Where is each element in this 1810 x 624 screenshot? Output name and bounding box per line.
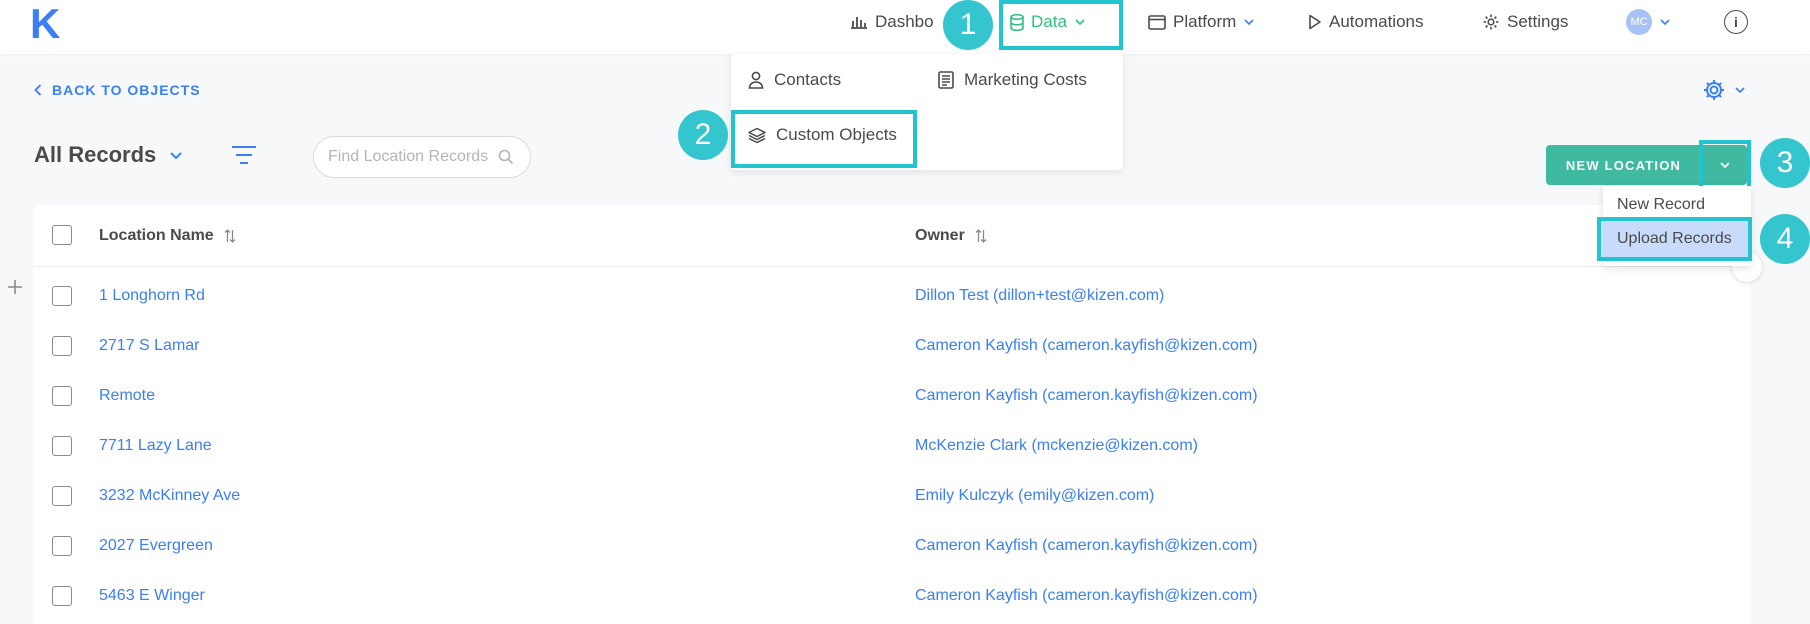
add-row-button[interactable] xyxy=(6,278,24,296)
highlight-custom-objects xyxy=(731,110,917,168)
step-badge-2: 2 xyxy=(678,110,728,160)
upload-records-label: Upload Records xyxy=(1601,221,1748,257)
table-row: 2027 Evergreen Cameron Kayfish (cameron.… xyxy=(34,521,1750,571)
table-row: 1 Longhorn Rd Dillon Test (dillon+test@k… xyxy=(34,271,1750,321)
view-selector-label: All Records xyxy=(34,142,157,167)
new-location-button[interactable]: NEW LOCATION xyxy=(1546,145,1701,185)
row-checkbox[interactable] xyxy=(52,436,72,456)
owner-link[interactable]: Cameron Kayfish (cameron.kayfish@kizen.c… xyxy=(915,371,1258,421)
row-checkbox[interactable] xyxy=(52,386,72,406)
owner-link[interactable]: Emily Kulczyk (emily@kizen.com) xyxy=(915,471,1154,521)
sort-icon[interactable] xyxy=(224,228,236,244)
chevron-left-icon xyxy=(34,84,42,96)
nav-dashboards-label: Dashbo xyxy=(875,12,934,31)
chevron-down-icon xyxy=(1659,16,1671,28)
back-label: BACK TO OBJECTS xyxy=(52,82,201,98)
play-icon xyxy=(1308,14,1322,30)
column-header-location-name[interactable]: Location Name xyxy=(99,205,236,267)
menu-item-new-record[interactable]: New Record xyxy=(1617,196,1705,214)
nav-automations[interactable]: Automations xyxy=(1308,0,1424,44)
chevron-down-icon xyxy=(168,147,184,163)
bar-chart-icon xyxy=(850,15,868,29)
location-name-link[interactable]: Remote xyxy=(99,371,155,421)
owner-link[interactable]: Cameron Kayfish (cameron.kayfish@kizen.c… xyxy=(915,521,1258,571)
owner-link[interactable]: McKenzie Clark (mckenzie@kizen.com) xyxy=(915,421,1198,471)
step-badge-3: 3 xyxy=(1760,138,1810,188)
user-icon xyxy=(748,71,764,89)
row-checkbox[interactable] xyxy=(52,336,72,356)
avatar: MC xyxy=(1626,9,1652,35)
owner-link[interactable]: Cameron Kayfish (cameron.kayfish@kizen.c… xyxy=(915,571,1258,621)
search-input[interactable] xyxy=(328,148,498,166)
gear-icon xyxy=(1702,78,1726,102)
app-logo[interactable]: K xyxy=(30,3,60,45)
nav-dashboards[interactable]: Dashbo xyxy=(850,0,934,44)
location-name-link[interactable]: 2717 S Lamar xyxy=(99,321,200,371)
user-menu[interactable]: MC xyxy=(1626,0,1671,44)
location-name-link[interactable]: 5463 E Winger xyxy=(99,571,205,621)
document-list-icon xyxy=(938,71,954,89)
owner-link[interactable]: Dillon Test (dillon+test@kizen.com) xyxy=(915,271,1164,321)
chevron-down-icon xyxy=(1734,84,1746,96)
column-header-label: Owner xyxy=(915,227,965,244)
window-icon xyxy=(1148,14,1166,30)
chevron-down-icon xyxy=(1243,16,1255,28)
row-checkbox[interactable] xyxy=(52,486,72,506)
table-row: 7711 Lazy Lane McKenzie Clark (mckenzie@… xyxy=(34,421,1750,471)
filter-button[interactable] xyxy=(231,145,257,165)
table-row: Remote Cameron Kayfish (cameron.kayfish@… xyxy=(34,371,1750,421)
table-row: 2717 S Lamar Cameron Kayfish (cameron.ka… xyxy=(34,321,1750,371)
menu-item-contacts-label: Contacts xyxy=(774,70,842,89)
new-location-caret xyxy=(1703,145,1747,185)
location-name-link[interactable]: 7711 Lazy Lane xyxy=(99,421,212,471)
select-all-checkbox[interactable] xyxy=(52,225,72,245)
location-name-link[interactable]: 2027 Evergreen xyxy=(99,521,213,571)
column-header-owner[interactable]: Owner xyxy=(915,205,987,267)
row-checkbox[interactable] xyxy=(52,586,72,606)
nav-settings[interactable]: Settings xyxy=(1482,0,1568,44)
filter-icon xyxy=(231,145,257,165)
new-location-dropdown-toggle[interactable] xyxy=(1699,140,1751,190)
step-badge-1: 1 xyxy=(943,0,993,50)
table-row: 3232 McKinney Ave Emily Kulczyk (emily@k… xyxy=(34,471,1750,521)
header-divider xyxy=(34,266,1750,267)
highlight-data-nav xyxy=(999,0,1123,50)
menu-item-marketing-costs-label: Marketing Costs xyxy=(964,70,1087,89)
info-button[interactable]: i xyxy=(1724,10,1748,34)
row-checkbox[interactable] xyxy=(52,286,72,306)
nav-platform-label: Platform xyxy=(1173,12,1237,31)
menu-item-marketing-costs[interactable]: Marketing Costs xyxy=(938,70,1087,90)
gear-icon xyxy=(1482,13,1500,31)
page-settings-button[interactable] xyxy=(1702,78,1746,102)
nav-automations-label: Automations xyxy=(1329,12,1424,31)
step-badge-4: 4 xyxy=(1760,214,1810,264)
search-icon xyxy=(498,149,514,165)
table-row: 5463 E Winger Cameron Kayfish (cameron.k… xyxy=(34,571,1750,621)
owner-link[interactable]: Cameron Kayfish (cameron.kayfish@kizen.c… xyxy=(915,321,1258,371)
menu-item-contacts[interactable]: Contacts xyxy=(748,70,841,90)
menu-item-upload-records[interactable]: Upload Records xyxy=(1597,217,1752,261)
plus-icon xyxy=(6,278,24,296)
back-to-objects-link[interactable]: BACK TO OBJECTS xyxy=(34,82,201,98)
view-selector[interactable]: All Records xyxy=(34,142,184,168)
info-icon: i xyxy=(1724,10,1748,34)
records-table: Location Name Owner 1 Longhorn Rd Dillon… xyxy=(34,205,1750,624)
location-name-link[interactable]: 3232 McKinney Ave xyxy=(99,471,240,521)
location-name-link[interactable]: 1 Longhorn Rd xyxy=(99,271,205,321)
row-checkbox[interactable] xyxy=(52,536,72,556)
nav-platform[interactable]: Platform xyxy=(1148,0,1255,44)
column-header-label: Location Name xyxy=(99,227,214,244)
nav-settings-label: Settings xyxy=(1507,12,1569,31)
sort-icon[interactable] xyxy=(975,228,987,244)
search-field[interactable] xyxy=(313,136,531,178)
